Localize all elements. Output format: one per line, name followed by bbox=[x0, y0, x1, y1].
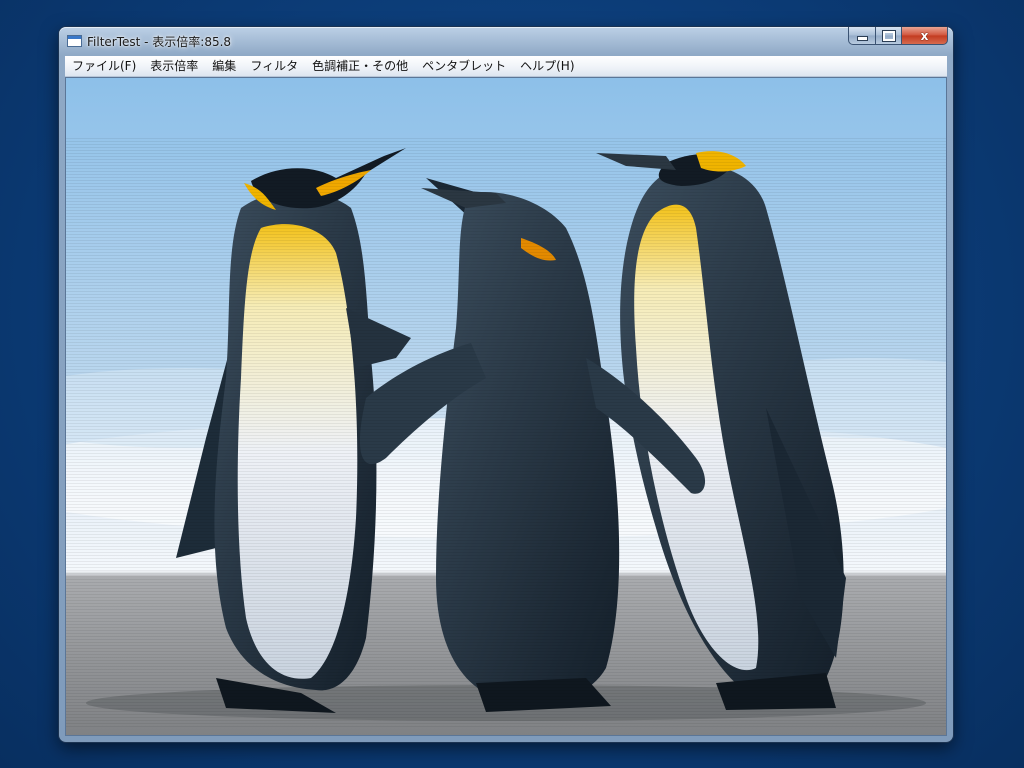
three-penguins-image bbox=[66, 78, 946, 735]
menu-bar: ファイル(F) 表示倍率 編集 フィルタ 色調補正・その他 ペンタブレット ヘル… bbox=[65, 56, 947, 77]
menu-zoom[interactable]: 表示倍率 bbox=[143, 56, 205, 76]
image-canvas[interactable] bbox=[65, 77, 947, 736]
window-title: FilterTest - 表示倍率:85.8 bbox=[87, 35, 232, 49]
menu-help[interactable]: ヘルプ(H) bbox=[513, 56, 581, 76]
app-window-icon[interactable] bbox=[67, 35, 82, 47]
close-icon: x bbox=[920, 28, 929, 43]
caption-buttons: x bbox=[848, 27, 948, 46]
menu-filter[interactable]: フィルタ bbox=[243, 56, 305, 76]
minimize-button[interactable] bbox=[848, 27, 875, 45]
title-bar[interactable]: FilterTest - 表示倍率:85.8 x bbox=[59, 27, 953, 56]
maximize-icon bbox=[881, 29, 896, 42]
minimize-icon bbox=[856, 36, 868, 41]
desktop: FilterTest - 表示倍率:85.8 x ファイル(F) 表示倍率 編集… bbox=[0, 0, 1024, 768]
maximize-button[interactable] bbox=[875, 27, 901, 45]
app-window: FilterTest - 表示倍率:85.8 x ファイル(F) 表示倍率 編集… bbox=[59, 27, 953, 742]
close-button[interactable]: x bbox=[901, 27, 948, 45]
menu-color-adjust[interactable]: 色調補正・その他 bbox=[305, 56, 415, 76]
menu-file[interactable]: ファイル(F) bbox=[65, 56, 143, 76]
menu-edit[interactable]: 編集 bbox=[205, 56, 243, 76]
menu-pen-tablet[interactable]: ペンタブレット bbox=[415, 56, 513, 76]
